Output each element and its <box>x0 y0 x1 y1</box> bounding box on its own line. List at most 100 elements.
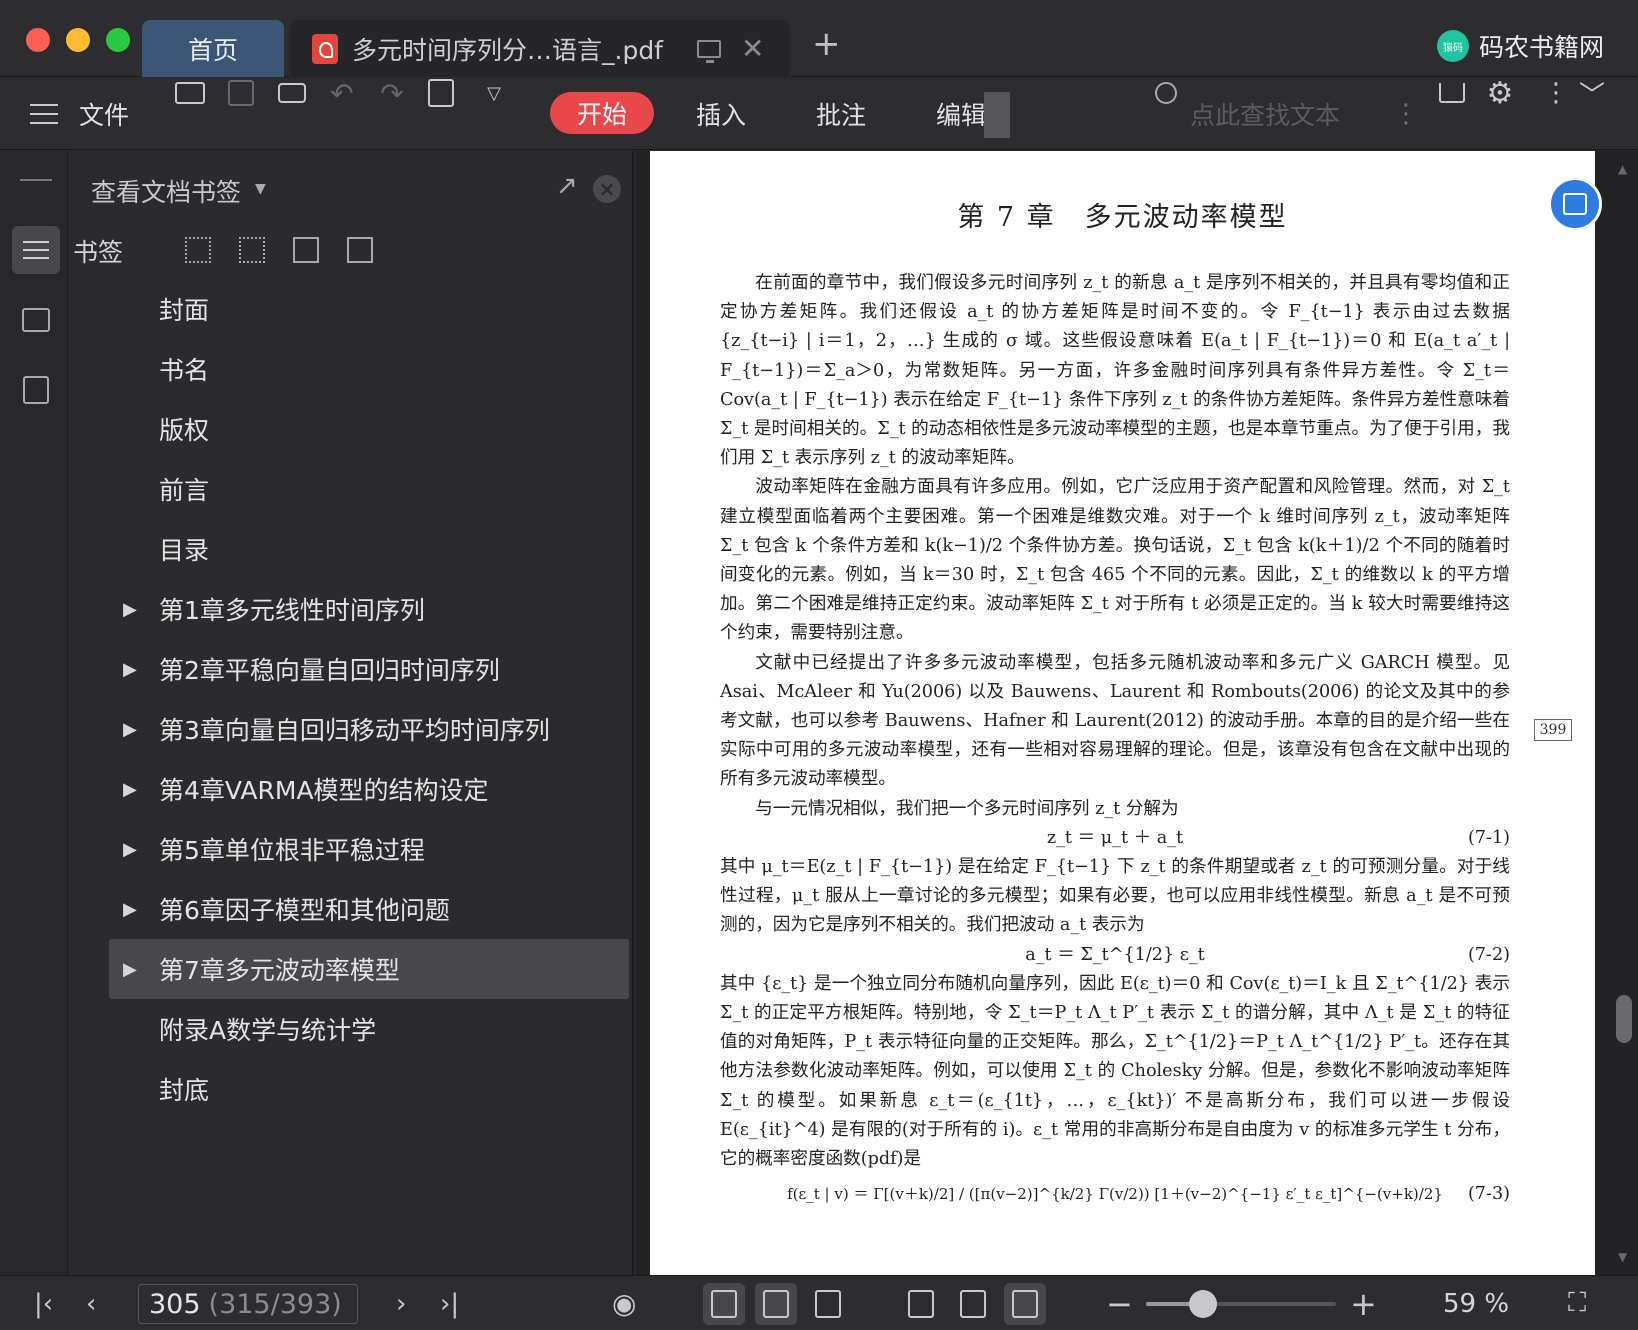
fit-page-icon[interactable] <box>952 1283 994 1325</box>
vertical-scrollbar[interactable] <box>1616 995 1632 1043</box>
zoom-out-icon[interactable]: − <box>1106 1276 1133 1330</box>
monitor-icon[interactable] <box>697 39 721 63</box>
bookmark-item-label: 第1章多元线性时间序列 <box>159 596 425 625</box>
paragraph-5: 其中 μ_t＝E(z_t | F_{t−1}) 是在给定 F_{t−1} 下 z… <box>720 857 1510 936</box>
bookmark-item-label: 第4章VARMA模型的结构设定 <box>159 776 489 805</box>
dropdown-caret-icon[interactable]: ▼ <box>255 181 266 197</box>
expand-arrow-icon[interactable]: ▶ <box>123 779 137 800</box>
chevron-down-icon[interactable]: ▽ <box>478 78 510 108</box>
page-number-input[interactable]: 305 (315/393) <box>138 1284 358 1324</box>
zoom-slider[interactable] <box>1146 1290 1336 1318</box>
bookmark-item-label: 版权 <box>159 416 210 445</box>
scroll-down-arrow-icon[interactable]: ▼ <box>1618 1250 1627 1264</box>
tab-home-label: 首页 <box>187 35 238 65</box>
first-page-icon[interactable]: |‹ <box>34 1276 53 1330</box>
expand-all-icon[interactable] <box>185 237 211 263</box>
two-page-view-icon[interactable] <box>807 1283 849 1325</box>
bookmark-item[interactable]: ▶ 第5章单位根非平稳过程 <box>109 819 629 879</box>
last-page-icon[interactable]: ›| <box>440 1276 459 1330</box>
brand-logo-text: 猿码 <box>1442 42 1463 54</box>
zoom-window-button[interactable] <box>106 28 130 52</box>
paragraph-4: 与一元情况相似，我们把一个多元时间序列 z_t 分解为 <box>755 798 1179 819</box>
single-page-view-icon[interactable] <box>755 1283 797 1325</box>
expand-arrow-icon[interactable]: ▶ <box>123 659 137 680</box>
collapse-all-icon[interactable] <box>239 237 265 263</box>
print-icon[interactable] <box>276 78 308 108</box>
bookmark-item[interactable]: 书名 <box>109 339 629 399</box>
previous-page-icon[interactable]: ‹ <box>86 1276 96 1330</box>
search-icon[interactable] <box>1150 78 1182 108</box>
save-icon[interactable] <box>225 78 257 108</box>
close-panel-icon[interactable]: × <box>593 175 621 203</box>
bookmark-item-label: 封底 <box>159 1076 210 1105</box>
bookmark-item-label: 前言 <box>159 476 210 505</box>
bookmark-item-label: 第7章多元波动率模型 <box>159 956 400 985</box>
share-icon[interactable] <box>1436 78 1468 108</box>
bookmark-item[interactable]: ▶ 第1章多元线性时间序列 <box>109 579 629 639</box>
menu-overflow-indicator[interactable] <box>984 92 1010 138</box>
bookmark-item[interactable]: ▶ 第2章平稳向量自回归时间序列 <box>109 639 629 699</box>
close-window-button[interactable] <box>26 28 50 52</box>
zoom-level[interactable]: 59 % <box>1443 1276 1509 1330</box>
close-tab-icon[interactable]: ✕ <box>741 32 764 65</box>
minimize-window-button[interactable] <box>66 28 90 52</box>
menu-insert[interactable]: 插入 <box>696 78 746 150</box>
menu-icon[interactable] <box>30 78 58 150</box>
signature-icon[interactable] <box>425 78 457 108</box>
bookmark-item[interactable]: ▶ 第6章因子模型和其他问题 <box>109 879 629 939</box>
expand-arrow-icon[interactable]: ▶ <box>123 599 137 620</box>
menu-edit[interactable]: 编辑 <box>936 78 986 150</box>
continuous-view-icon[interactable] <box>703 1283 745 1325</box>
floating-convert-icon[interactable] <box>1548 177 1602 231</box>
bookmark-item[interactable]: ▶ 第4章VARMA模型的结构设定 <box>109 759 629 819</box>
panel-title[interactable]: 查看文档书签 <box>91 173 241 209</box>
bookmark-item[interactable]: 版权 <box>109 399 629 459</box>
zoom-in-icon[interactable]: + <box>1350 1276 1377 1330</box>
file-menu[interactable]: 文件 <box>79 78 129 150</box>
bookmark-settings-icon[interactable] <box>347 237 373 263</box>
bookmark-item[interactable]: ▶ 第7章多元波动率模型 <box>109 939 629 999</box>
bookmark-item[interactable]: 封面 <box>109 279 629 339</box>
actual-size-icon[interactable] <box>900 1283 942 1325</box>
bookmark-panel: 查看文档书签 ▼ ↗ × 书签 封面 书名 版权 前言 目录 ▶ 第1章多元线性时间序列 ▶ 第… <box>69 151 634 1275</box>
bookmark-item-label: 书名 <box>159 356 210 385</box>
gear-icon[interactable]: ⚙ <box>1484 76 1516 111</box>
expand-arrow-icon[interactable]: ▶ <box>123 899 137 920</box>
menu-annotate[interactable]: 批注 <box>816 78 866 150</box>
add-bookmark-icon[interactable] <box>293 237 319 263</box>
redo-icon[interactable]: ↷ <box>376 77 408 110</box>
expand-arrow-icon[interactable]: ▶ <box>123 839 137 860</box>
eye-protection-icon[interactable]: ◉ <box>612 1276 636 1330</box>
search-input[interactable]: 点此查找文本 <box>1190 78 1340 150</box>
menu-start[interactable]: 开始 <box>550 92 654 134</box>
tab-home[interactable]: 首页 <box>142 20 284 77</box>
drag-handle-icon[interactable] <box>20 179 52 187</box>
document-viewport[interactable]: 第 7 章 多元波动率模型 在前面的章节中，我们假设多元时间序列 z_t 的新息… <box>636 151 1638 1275</box>
left-rail <box>0 151 68 1275</box>
open-folder-icon[interactable] <box>174 78 206 108</box>
more-options-icon[interactable]: ⋮ <box>1540 78 1572 108</box>
plus-icon: + <box>812 24 841 64</box>
thumbnail-image-icon[interactable] <box>12 296 60 344</box>
undo-icon[interactable]: ↶ <box>326 77 358 110</box>
bookmark-item-label: 附录A数学与统计学 <box>159 1016 377 1045</box>
bookmark-item[interactable]: 前言 <box>109 459 629 519</box>
zoom-slider-handle[interactable] <box>1189 1290 1217 1318</box>
next-page-icon[interactable]: › <box>396 1276 406 1330</box>
tab-document[interactable]: 多元时间序列分…语言_.pdf ✕ <box>290 20 790 77</box>
bookmark-item[interactable]: 目录 <box>109 519 629 579</box>
expand-arrow-icon[interactable]: ▶ <box>123 719 137 740</box>
collapse-chevron-icon[interactable]: ﹀ <box>1576 78 1608 111</box>
bookmark-item[interactable]: 附录A数学与统计学 <box>109 999 629 1059</box>
new-tab-button[interactable]: + <box>812 24 841 64</box>
page-body: 在前面的章节中，我们假设多元时间序列 z_t 的新息 a_t 是序列不相关的，并… <box>720 269 1510 1214</box>
bookmark-item[interactable]: ▶ 第3章向量自回归移动平均时间序列 <box>109 699 629 759</box>
bookmark-item[interactable]: 封底 <box>109 1059 629 1119</box>
fit-width-icon[interactable] <box>1004 1283 1046 1325</box>
fullscreen-icon[interactable]: ⛶ <box>1568 1276 1586 1330</box>
signature-panel-icon[interactable] <box>12 366 60 414</box>
expand-arrow-icon[interactable]: ▶ <box>123 959 137 980</box>
popout-arrow-icon[interactable]: ↗ <box>556 171 578 201</box>
scroll-up-arrow-icon[interactable]: ▲ <box>1618 162 1627 176</box>
bookmark-list-icon[interactable] <box>12 226 60 274</box>
